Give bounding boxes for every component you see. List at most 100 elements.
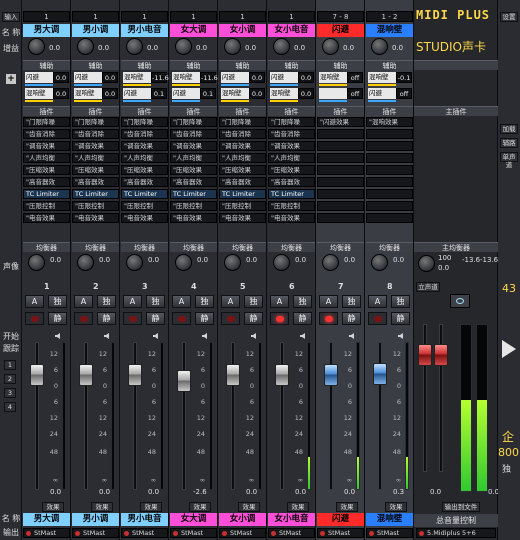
- plugin-slot[interactable]: [317, 141, 364, 151]
- aux-route-button[interactable]: 辅路: [500, 138, 518, 148]
- send-name[interactable]: 闪避: [25, 72, 53, 83]
- plugin-slot[interactable]: "闪避效果: [317, 117, 364, 127]
- plugin-slot[interactable]: TC Limiter: [72, 189, 119, 199]
- record-button[interactable]: [172, 312, 191, 325]
- plugin-slot[interactable]: "齿音消除: [23, 129, 70, 139]
- effects-button[interactable]: 效果: [385, 502, 407, 512]
- input-select[interactable]: 1: [72, 11, 119, 22]
- send-level[interactable]: -11.6: [151, 72, 169, 83]
- channel-name[interactable]: 女小电音: [268, 24, 315, 37]
- effects-button[interactable]: 效果: [238, 502, 260, 512]
- gain-knob[interactable]: [322, 38, 339, 55]
- plugin-slot[interactable]: [366, 165, 413, 175]
- solo-button[interactable]: 独: [342, 295, 361, 308]
- plugin-slot[interactable]: [366, 213, 413, 223]
- pan-knob[interactable]: [224, 254, 241, 271]
- volume-fader[interactable]: [324, 364, 338, 386]
- plugin-slot[interactable]: [317, 165, 364, 175]
- volume-fader[interactable]: [275, 364, 289, 386]
- send-level[interactable]: -0.1: [396, 72, 412, 83]
- output-select[interactable]: StMast: [366, 528, 413, 538]
- plugin-slot[interactable]: "高音器效: [170, 177, 217, 187]
- plugin-slot[interactable]: [366, 153, 413, 163]
- settings-button[interactable]: 设置: [500, 12, 518, 22]
- link-toggle[interactable]: [450, 294, 470, 308]
- track-button-4[interactable]: 4: [4, 402, 16, 412]
- plugin-slot[interactable]: "压缩效果: [268, 165, 315, 175]
- channel-name[interactable]: 混响壁: [366, 24, 413, 37]
- plugin-slot[interactable]: "门限降噪: [219, 117, 266, 127]
- plugin-slot[interactable]: [317, 177, 364, 187]
- volume-fader[interactable]: [128, 364, 142, 386]
- mute-button[interactable]: 静: [391, 312, 410, 325]
- plugin-slot[interactable]: "压限控制: [170, 201, 217, 211]
- send-level[interactable]: 0.0: [102, 88, 118, 99]
- plugin-slot[interactable]: "门限降噪: [72, 117, 119, 127]
- send-name[interactable]: 混响壁: [368, 72, 396, 83]
- pan-knob[interactable]: [126, 254, 143, 271]
- plugin-slot[interactable]: [317, 213, 364, 223]
- automation-button[interactable]: A: [319, 295, 338, 308]
- solo-button[interactable]: 独: [244, 295, 263, 308]
- gain-knob[interactable]: [371, 38, 388, 55]
- solo-button[interactable]: 独: [146, 295, 165, 308]
- plugin-slot[interactable]: "压缩效果: [170, 165, 217, 175]
- plugin-slot[interactable]: "齿音消除: [268, 129, 315, 139]
- send-level[interactable]: 0.0: [53, 88, 69, 99]
- plugin-slot[interactable]: "调音效果: [170, 141, 217, 151]
- mute-button[interactable]: 静: [244, 312, 263, 325]
- channel-name[interactable]: 女大调: [170, 24, 217, 37]
- send-name[interactable]: 混响壁: [25, 88, 53, 99]
- automation-button[interactable]: A: [368, 295, 387, 308]
- output-select[interactable]: StMast: [317, 528, 364, 538]
- gain-knob[interactable]: [175, 38, 192, 55]
- plugin-slot[interactable]: [366, 189, 413, 199]
- plugin-slot[interactable]: "门限降噪: [170, 117, 217, 127]
- send-level[interactable]: 0.0: [298, 72, 314, 83]
- mute-button[interactable]: 静: [97, 312, 116, 325]
- send-level[interactable]: 0.0: [53, 72, 69, 83]
- send-level[interactable]: off: [396, 88, 412, 99]
- plugin-slot[interactable]: "人声均衡: [121, 153, 168, 163]
- plugin-slot[interactable]: "压限控制: [23, 201, 70, 211]
- pan-knob[interactable]: [322, 254, 339, 271]
- plugin-slot[interactable]: "电音效果: [23, 213, 70, 223]
- plugin-slot[interactable]: "调音效果: [219, 141, 266, 151]
- plugin-slot[interactable]: "压缩效果: [219, 165, 266, 175]
- volume-fader[interactable]: [226, 364, 240, 386]
- record-button[interactable]: [319, 312, 338, 325]
- plugin-slot[interactable]: "电音效果: [170, 213, 217, 223]
- solo-button[interactable]: 独: [195, 295, 214, 308]
- send-name[interactable]: 混响壁: [172, 72, 200, 83]
- plugin-slot[interactable]: "压限控制: [121, 201, 168, 211]
- master-gain-knob[interactable]: [418, 255, 435, 272]
- send-level[interactable]: 0.0: [249, 72, 265, 83]
- plugin-slot[interactable]: TC Limiter: [268, 189, 315, 199]
- output-select[interactable]: StMast: [23, 528, 70, 538]
- track-button-3[interactable]: 3: [4, 388, 16, 398]
- plugin-slot[interactable]: [366, 141, 413, 151]
- output-select[interactable]: StMast: [170, 528, 217, 538]
- effects-button[interactable]: 效果: [336, 502, 358, 512]
- send-level[interactable]: 0.1: [200, 88, 216, 99]
- plugin-slot[interactable]: "电音效果: [268, 213, 315, 223]
- mute-button[interactable]: 静: [342, 312, 361, 325]
- plugin-slot[interactable]: "齿音消除: [219, 129, 266, 139]
- automation-button[interactable]: A: [221, 295, 240, 308]
- volume-fader[interactable]: [177, 370, 191, 392]
- plugin-slot[interactable]: "高音器效: [219, 177, 266, 187]
- send-level[interactable]: 0.1: [151, 88, 167, 99]
- mute-button[interactable]: 静: [293, 312, 312, 325]
- effects-button[interactable]: 效果: [140, 502, 162, 512]
- volume-fader[interactable]: [79, 364, 93, 386]
- load-button[interactable]: 加载: [500, 124, 518, 134]
- automation-button[interactable]: A: [74, 295, 93, 308]
- send-name[interactable]: 混响壁: [270, 88, 298, 99]
- mute-button[interactable]: 静: [146, 312, 165, 325]
- pan-knob[interactable]: [175, 254, 192, 271]
- plugin-slot[interactable]: [317, 129, 364, 139]
- master-channel-mode[interactable]: 立声道: [416, 282, 440, 292]
- send-name[interactable]: 闪避: [172, 88, 200, 99]
- plugin-slot[interactable]: "人声均衡: [268, 153, 315, 163]
- input-select[interactable]: 1: [219, 11, 266, 22]
